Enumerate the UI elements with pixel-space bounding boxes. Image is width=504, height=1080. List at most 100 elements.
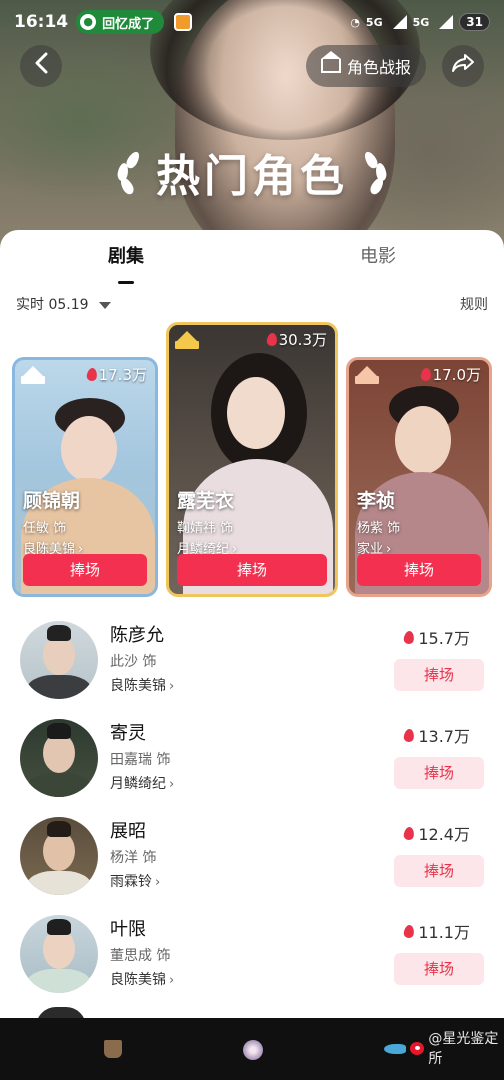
date-filter-label: 实时 05.19 (16, 297, 89, 313)
signal-icon-2 (435, 15, 454, 29)
avatar-headpiece (47, 821, 71, 837)
network-label-2: 5G (412, 15, 430, 29)
wifi-icon: ◔ (350, 15, 360, 29)
rank-list-item[interactable]: 陈彦允 此沙 饰 良陈美锦 › 15.7万 捧场 (0, 615, 504, 705)
crown-silver-icon (21, 366, 45, 386)
share-button[interactable] (442, 45, 484, 87)
heat-value-block: 11.1万 (403, 919, 470, 943)
laurel-right-icon (362, 149, 390, 197)
drama-link[interactable]: 良陈美锦 › (110, 969, 174, 989)
role-report-button[interactable]: 角色战报 (306, 45, 426, 87)
character-name: 叶限 (110, 919, 146, 940)
top-navigation: 角色战报 (0, 42, 504, 90)
rank-list-item[interactable]: 展昭 杨洋 饰 雨霖铃 › 12.4万 捧场 (0, 811, 504, 901)
avatar-body (26, 675, 92, 699)
card-info: 顾锦朝 任敏 饰 良陈美锦 › (23, 486, 83, 557)
avatar[interactable] (20, 621, 98, 699)
avatar-face (43, 733, 75, 773)
cheer-button[interactable]: 捧场 (394, 659, 484, 691)
cheer-button[interactable]: 捧场 (357, 554, 481, 586)
rules-link[interactable]: 规则 (460, 294, 488, 314)
actor-name: 鞠婧祎 饰 (177, 521, 234, 536)
drama-link[interactable]: 雨霖铃 › (110, 871, 160, 891)
notification-pill[interactable]: ● 回忆成了 (76, 10, 165, 34)
network-label-1: 5G (365, 15, 383, 29)
cheer-button[interactable]: 捧场 (394, 855, 484, 887)
share-icon (451, 53, 475, 79)
heat-value: 11.1万 (418, 923, 470, 942)
character-name: 陈彦允 (110, 625, 164, 646)
avatar-face (43, 831, 75, 871)
heat-value-block: 12.4万 (403, 821, 470, 845)
weibo-logo-icon (410, 1041, 425, 1055)
watermark: @星光鉴定所 (410, 1028, 504, 1068)
avatar-body (26, 871, 92, 895)
heat-badge: 30.3万 (265, 329, 327, 350)
drama-link[interactable]: 良陈美锦 › (110, 675, 174, 695)
laurel-left-icon (114, 149, 142, 197)
chevron-right-icon: › (169, 777, 175, 792)
actor-name: 杨紫 饰 (357, 521, 401, 536)
podium-card-rank-1[interactable]: 30.3万 露芜衣 鞠婧祎 饰 月鳞绮纪 › 捧场 (166, 322, 338, 597)
avatar[interactable] (20, 915, 98, 993)
card-info: 李祯 杨紫 饰 家业 › (357, 486, 400, 557)
actor-name: 任敏 饰 (23, 521, 67, 536)
drama-link[interactable]: 月鳞绮纪 › (110, 773, 174, 793)
avatar-face (43, 929, 75, 969)
tab-series[interactable]: 剧集 (0, 230, 252, 284)
avatar-body (26, 773, 92, 797)
rank-list-item[interactable]: 寄灵 田嘉瑞 饰 月鳞绮纪 › 13.7万 捧场 (0, 713, 504, 803)
role-report-label: 角色战报 (346, 58, 411, 77)
heat-value-block: 13.7万 (403, 723, 470, 747)
signal-icon-1 (389, 15, 407, 29)
status-bar: 16:14 ● 回忆成了 ◔ 5G 5G 31 (0, 0, 504, 44)
heat-value: 17.0万 (432, 366, 481, 384)
crown-bronze-icon (355, 366, 379, 386)
crown-outline-icon (320, 51, 341, 73)
fish-icon[interactable] (384, 1044, 406, 1054)
heat-value: 30.3万 (278, 331, 327, 349)
hero-banner: 16:14 ● 回忆成了 ◔ 5G 5G 31 角色战报 热门角色 (0, 0, 504, 260)
heat-value: 13.7万 (418, 727, 470, 746)
date-filter[interactable]: 实时 05.19 (16, 294, 111, 314)
cheer-button[interactable]: 捧场 (394, 953, 484, 985)
character-name: 展昭 (110, 821, 146, 842)
avatar[interactable] (20, 719, 98, 797)
back-button[interactable] (20, 45, 62, 87)
actor-name: 田嘉瑞 饰 (110, 752, 171, 768)
tab-movies[interactable]: 电影 (252, 230, 504, 284)
cheer-button[interactable]: 捧场 (23, 554, 147, 586)
podium-card-rank-2[interactable]: 17.3万 顾锦朝 任敏 饰 良陈美锦 › 捧场 (12, 357, 158, 597)
flame-icon (403, 825, 416, 841)
heat-badge: 17.3万 (85, 364, 147, 385)
watermark-text: @星光鉴定所 (428, 1031, 499, 1067)
avatar-headpiece (47, 723, 71, 739)
podium-card-rank-3[interactable]: 17.0万 李祯 杨紫 饰 家业 › 捧场 (346, 357, 492, 597)
portrait-face (227, 377, 285, 449)
status-icons: ◔ 5G 5G 31 (350, 13, 490, 31)
flame-icon (403, 629, 416, 645)
heat-value: 17.3万 (98, 366, 147, 384)
flame-icon (403, 727, 416, 743)
avatar-body (26, 969, 92, 993)
page-title: 热门角色 (156, 151, 348, 202)
rank-list-item[interactable]: 叶限 董思成 饰 良陈美锦 › 11.1万 捧场 (0, 909, 504, 999)
battery-indicator: 31 (459, 13, 490, 31)
cheer-button[interactable]: 捧场 (177, 554, 327, 586)
avatar[interactable] (20, 817, 98, 895)
page-title-block: 热门角色 (0, 140, 504, 204)
flame-icon (419, 367, 432, 382)
heat-value: 12.4万 (418, 825, 470, 844)
drama-title: 雨霖铃 (110, 874, 152, 890)
drama-title: 良陈美锦 (110, 678, 166, 694)
flame-icon (265, 332, 278, 347)
chevron-right-icon: › (155, 875, 161, 890)
coffee-cup-icon[interactable] (104, 1040, 122, 1058)
chevron-right-icon: › (169, 679, 175, 694)
heat-value: 15.7万 (418, 629, 470, 648)
flower-icon[interactable] (243, 1040, 263, 1060)
caret-down-icon (98, 302, 111, 309)
notification-text: 回忆成了 (102, 16, 155, 32)
avatar-face (43, 635, 75, 675)
cheer-button[interactable]: 捧场 (394, 757, 484, 789)
